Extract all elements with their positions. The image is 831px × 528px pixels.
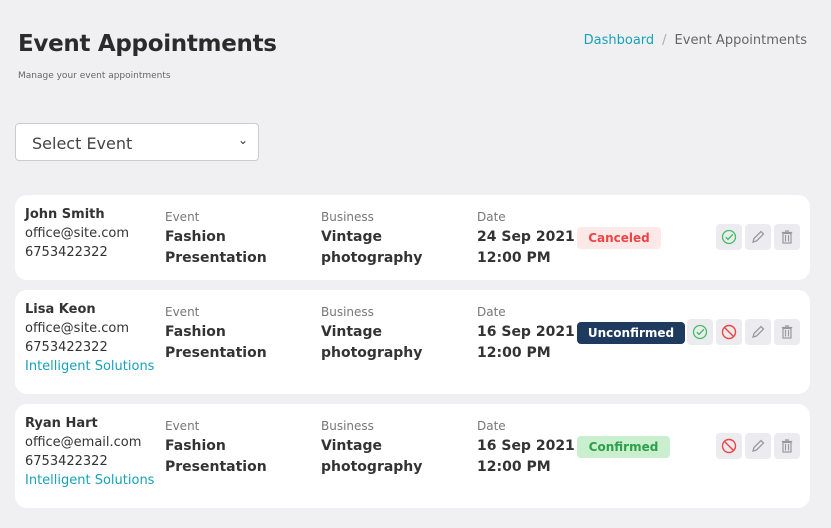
business-name: Vintage photography <box>321 324 423 361</box>
business-info: Business Vintage photography <box>321 418 422 478</box>
event-info: Event Fashion Presentation <box>165 418 267 478</box>
cancel-button[interactable] <box>716 319 742 345</box>
check-circle-icon <box>692 324 708 340</box>
appointment-date: 24 Sep 2021 12:00 PM <box>477 229 575 266</box>
appointment-card: Ryan Hart office@email.com 6753422322 In… <box>15 404 810 508</box>
row-actions <box>687 319 800 345</box>
client-email: office@site.com <box>25 321 130 336</box>
confirm-button[interactable] <box>687 319 713 345</box>
event-select-value: Select Event <box>32 134 133 153</box>
delete-button[interactable] <box>774 224 800 250</box>
chevron-down-icon: ⌄ <box>237 133 248 147</box>
client-name: Lisa Keon <box>25 302 96 317</box>
event-label: Event <box>165 419 200 433</box>
date-info: Date 16 Sep 2021 12:00 PM <box>477 304 575 364</box>
client-name: Ryan Hart <box>25 416 98 431</box>
date-label: Date <box>477 305 506 319</box>
business-info: Business Vintage photography <box>321 209 422 269</box>
event-name: Fashion Presentation <box>165 438 267 475</box>
business-label: Business <box>321 210 374 224</box>
appointment-card: Lisa Keon office@site.com 6753422322 Int… <box>15 290 810 394</box>
date-info: Date 24 Sep 2021 12:00 PM <box>477 209 575 269</box>
business-name: Vintage photography <box>321 229 423 266</box>
trash-icon <box>779 229 795 245</box>
client-phone: 6753422322 <box>25 340 108 355</box>
appointment-card: John Smith office@site.com 6753422322 Ev… <box>15 195 810 280</box>
date-label: Date <box>477 210 506 224</box>
client-info: Ryan Hart office@email.com 6753422322 In… <box>25 414 154 490</box>
ban-icon <box>721 324 737 340</box>
client-phone: 6753422322 <box>25 245 108 260</box>
trash-icon <box>779 324 795 340</box>
breadcrumb: Dashboard / Event Appointments <box>584 33 807 48</box>
trash-icon <box>779 438 795 454</box>
breadcrumb-dashboard-link[interactable]: Dashboard <box>584 33 655 48</box>
appointment-date: 16 Sep 2021 12:00 PM <box>477 324 575 361</box>
client-name: John Smith <box>25 207 105 222</box>
client-company-link[interactable]: Intelligent Solutions <box>25 471 154 490</box>
delete-button[interactable] <box>774 433 800 459</box>
client-email: office@site.com <box>25 226 130 241</box>
client-phone: 6753422322 <box>25 454 108 469</box>
event-label: Event <box>165 210 200 224</box>
appointment-date: 16 Sep 2021 12:00 PM <box>477 438 575 475</box>
status-badge: Unconfirmed <box>577 322 685 344</box>
status-badge: Canceled <box>577 227 661 249</box>
edit-button[interactable] <box>745 224 771 250</box>
date-info: Date 16 Sep 2021 12:00 PM <box>477 418 575 478</box>
pencil-icon <box>750 229 766 245</box>
cancel-button[interactable] <box>716 433 742 459</box>
client-email: office@email.com <box>25 435 142 450</box>
row-actions <box>716 433 800 459</box>
ban-icon <box>721 438 737 454</box>
event-select[interactable]: Select Event ⌄ <box>15 123 259 161</box>
business-info: Business Vintage photography <box>321 304 422 364</box>
client-info: Lisa Keon office@site.com 6753422322 Int… <box>25 300 154 376</box>
business-label: Business <box>321 305 374 319</box>
breadcrumb-separator: / <box>662 33 667 48</box>
status-badge: Confirmed <box>577 436 670 458</box>
check-circle-icon <box>721 229 737 245</box>
page-title: Event Appointments <box>18 31 277 57</box>
client-info: John Smith office@site.com 6753422322 <box>25 205 129 262</box>
confirm-button[interactable] <box>716 224 742 250</box>
date-label: Date <box>477 419 506 433</box>
pencil-icon <box>750 324 766 340</box>
business-label: Business <box>321 419 374 433</box>
client-company-link[interactable]: Intelligent Solutions <box>25 357 154 376</box>
breadcrumb-current: Event Appointments <box>674 33 807 48</box>
row-actions <box>716 224 800 250</box>
event-label: Event <box>165 305 200 319</box>
business-name: Vintage photography <box>321 438 423 475</box>
pencil-icon <box>750 438 766 454</box>
event-name: Fashion Presentation <box>165 324 267 361</box>
event-info: Event Fashion Presentation <box>165 304 267 364</box>
event-name: Fashion Presentation <box>165 229 267 266</box>
edit-button[interactable] <box>745 433 771 459</box>
delete-button[interactable] <box>774 319 800 345</box>
edit-button[interactable] <box>745 319 771 345</box>
page-subtitle: Manage your event appointments <box>18 71 171 81</box>
event-info: Event Fashion Presentation <box>165 209 267 269</box>
